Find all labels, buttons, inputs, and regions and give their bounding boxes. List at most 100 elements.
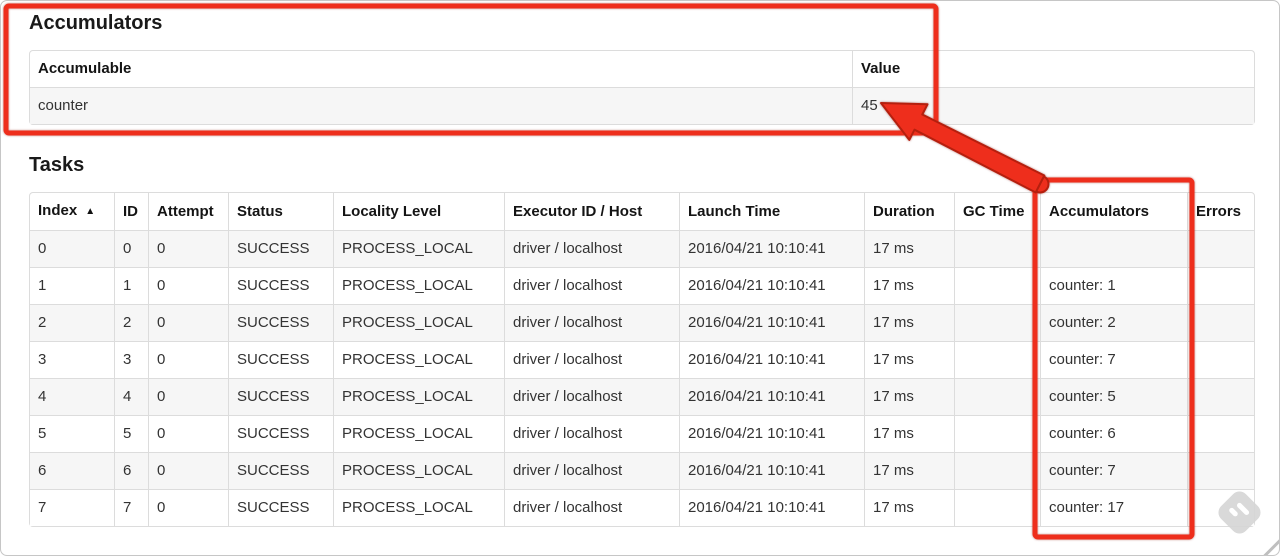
- cell-gc-time: [954, 489, 1040, 526]
- cell-errors: [1187, 452, 1254, 489]
- column-header-executor-id-host[interactable]: Executor ID / Host: [504, 193, 679, 230]
- cell-duration: 17 ms: [864, 452, 954, 489]
- page-content: Accumulators Accumulable Value counter 4…: [1, 1, 1279, 527]
- cell-status: SUCCESS: [228, 378, 333, 415]
- cell-attempt: 0: [148, 341, 228, 378]
- cell-errors: [1187, 378, 1254, 415]
- column-header-label: Index: [38, 202, 78, 219]
- cell-duration: 17 ms: [864, 378, 954, 415]
- cell-duration: 17 ms: [864, 304, 954, 341]
- column-header-errors[interactable]: Errors: [1187, 193, 1254, 230]
- cell-gc-time: [954, 267, 1040, 304]
- cell-attempt: 0: [148, 415, 228, 452]
- cell-attempt: 0: [148, 378, 228, 415]
- cell-id: 3: [114, 341, 148, 378]
- cell-index: 7: [30, 489, 114, 526]
- cell-index: 3: [30, 341, 114, 378]
- column-header-status[interactable]: Status: [228, 193, 333, 230]
- column-header-launch-time[interactable]: Launch Time: [679, 193, 864, 230]
- cell-executor-id-host: driver / localhost: [504, 267, 679, 304]
- cell-gc-time: [954, 452, 1040, 489]
- cell-errors: [1187, 341, 1254, 378]
- table-row: 4 4 0 SUCCESS PROCESS_LOCAL driver / localhos…: [30, 378, 1254, 415]
- cell-errors: [1187, 230, 1254, 267]
- cell-value: 45: [852, 87, 1254, 124]
- column-header-attempt[interactable]: Attempt: [148, 193, 228, 230]
- cell-executor-id-host: driver / localhost: [504, 341, 679, 378]
- cell-status: SUCCESS: [228, 489, 333, 526]
- cell-index: 1: [30, 267, 114, 304]
- cell-launch-time: 2016/04/21 10:10:41: [679, 415, 864, 452]
- cell-launch-time: 2016/04/21 10:10:41: [679, 267, 864, 304]
- column-header-index[interactable]: Index ▲: [30, 193, 114, 230]
- cell-executor-id-host: driver / localhost: [504, 489, 679, 526]
- cell-status: SUCCESS: [228, 341, 333, 378]
- table-row: 5 5 0 SUCCESS PROCESS_LOCAL driver / localhos…: [30, 415, 1254, 452]
- cell-status: SUCCESS: [228, 267, 333, 304]
- table-row: 3 3 0 SUCCESS PROCESS_LOCAL driver / localhos…: [30, 341, 1254, 378]
- tasks-table: Index ▲ ID Attempt Status Locality Level …: [29, 192, 1255, 527]
- cell-attempt: 0: [148, 267, 228, 304]
- table-row: 1 1 0 SUCCESS PROCESS_LOCAL driver / localhos…: [30, 267, 1254, 304]
- accumulators-table: Accumulable Value counter 45: [29, 50, 1255, 125]
- cell-id: 7: [114, 489, 148, 526]
- cell-launch-time: 2016/04/21 10:10:41: [679, 304, 864, 341]
- cell-executor-id-host: driver / localhost: [504, 378, 679, 415]
- cell-accumulators: counter: 6: [1040, 415, 1187, 452]
- table-row: 6 6 0 SUCCESS PROCESS_LOCAL driver / localhos…: [30, 452, 1254, 489]
- cell-locality-level: PROCESS_LOCAL: [333, 230, 504, 267]
- cell-locality-level: PROCESS_LOCAL: [333, 415, 504, 452]
- cell-executor-id-host: driver / localhost: [504, 452, 679, 489]
- cell-accumulators: counter: 7: [1040, 452, 1187, 489]
- column-header-gc-time[interactable]: GC Time: [954, 193, 1040, 230]
- cell-duration: 17 ms: [864, 489, 954, 526]
- column-header-accumulators[interactable]: Accumulators: [1040, 193, 1187, 230]
- browser-viewport: Accumulators Accumulable Value counter 4…: [0, 0, 1280, 556]
- cell-index: 6: [30, 452, 114, 489]
- cell-index: 4: [30, 378, 114, 415]
- cell-accumulators: counter: 7: [1040, 341, 1187, 378]
- tasks-section-title: Tasks: [29, 154, 85, 176]
- cell-status: SUCCESS: [228, 452, 333, 489]
- cell-gc-time: [954, 415, 1040, 452]
- cell-id: 0: [114, 230, 148, 267]
- cell-gc-time: [954, 378, 1040, 415]
- cell-launch-time: 2016/04/21 10:10:41: [679, 230, 864, 267]
- cell-id: 1: [114, 267, 148, 304]
- cell-accumulators: counter: 2: [1040, 304, 1187, 341]
- column-header-duration[interactable]: Duration: [864, 193, 954, 230]
- cell-accumulable: counter: [30, 87, 852, 124]
- cell-id: 4: [114, 378, 148, 415]
- cell-accumulators: counter: 17: [1040, 489, 1187, 526]
- cell-executor-id-host: driver / localhost: [504, 304, 679, 341]
- page-corner-curl: [1261, 538, 1279, 555]
- table-row: 7 7 0 SUCCESS PROCESS_LOCAL driver / localhos…: [30, 489, 1254, 526]
- cell-gc-time: [954, 304, 1040, 341]
- table-row: 0 0 0 SUCCESS PROCESS_LOCAL driver / localhos…: [30, 230, 1254, 267]
- accumulators-section-title: Accumulators: [29, 12, 163, 34]
- cell-duration: 17 ms: [864, 415, 954, 452]
- cell-index: 0: [30, 230, 114, 267]
- table-row: 2 2 0 SUCCESS PROCESS_LOCAL driver / localhos…: [30, 304, 1254, 341]
- cell-id: 6: [114, 452, 148, 489]
- column-header-locality-level[interactable]: Locality Level: [333, 193, 504, 230]
- cell-errors: [1187, 415, 1254, 452]
- cell-status: SUCCESS: [228, 415, 333, 452]
- column-header-id[interactable]: ID: [114, 193, 148, 230]
- cell-duration: 17 ms: [864, 267, 954, 304]
- cell-gc-time: [954, 341, 1040, 378]
- cell-executor-id-host: driver / localhost: [504, 230, 679, 267]
- column-header-accumulable: Accumulable: [38, 60, 132, 77]
- cell-executor-id-host: driver / localhost: [504, 415, 679, 452]
- cell-duration: 17 ms: [864, 341, 954, 378]
- column-header-value: Value: [852, 51, 1254, 87]
- cell-errors: [1187, 304, 1254, 341]
- cell-launch-time: 2016/04/21 10:10:41: [679, 452, 864, 489]
- table-header-row: Index ▲ ID Attempt Status Locality Level …: [30, 193, 1254, 230]
- cell-launch-time: 2016/04/21 10:10:41: [679, 489, 864, 526]
- cell-locality-level: PROCESS_LOCAL: [333, 452, 504, 489]
- cell-attempt: 0: [148, 452, 228, 489]
- cell-duration: 17 ms: [864, 230, 954, 267]
- cell-attempt: 0: [148, 230, 228, 267]
- cell-locality-level: PROCESS_LOCAL: [333, 267, 504, 304]
